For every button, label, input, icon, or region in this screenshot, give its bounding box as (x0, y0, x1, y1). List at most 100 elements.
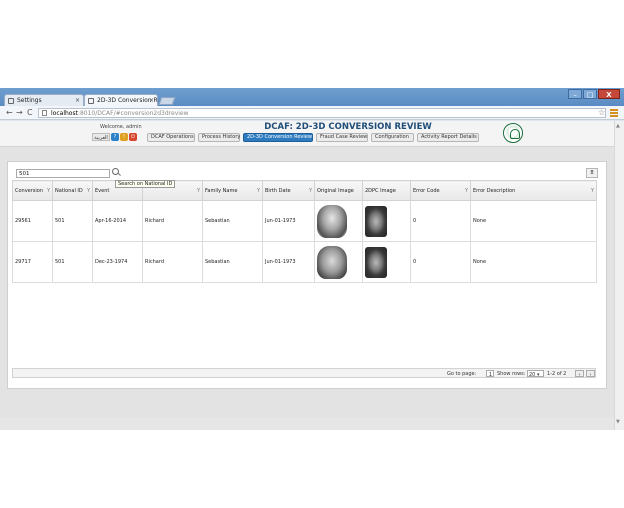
column-label: National ID (55, 187, 83, 194)
column-header-error-code[interactable]: Error Code Y (410, 180, 471, 201)
search-tooltip: Search on National ID (115, 180, 176, 188)
conversion-grid: Conversion Y National ID Y Event Y Family … (12, 180, 597, 283)
column-header-2dpc-image[interactable]: 2DPC Image (362, 180, 411, 201)
tab-conversion-review[interactable]: 2D-3D Conversion R × (84, 94, 158, 106)
cell-birth-date: Jun-01-1973 (262, 200, 315, 242)
tab-conversion-review[interactable]: 2D-3D Conversion Review (243, 133, 313, 142)
new-tab-button[interactable] (158, 97, 176, 105)
bookmark-star-icon[interactable]: ☆ (598, 108, 605, 118)
clear-filters-button[interactable]: ⩩ (586, 168, 598, 178)
search-icon[interactable] (112, 168, 119, 175)
2dpc-face-image[interactable] (365, 205, 387, 237)
forward-button[interactable]: → (16, 108, 23, 118)
tab-dcaf-operations[interactable]: DCAF Operations (147, 133, 195, 142)
logout-icon[interactable]: ⏻ (129, 133, 137, 141)
column-header-conversion[interactable]: Conversion Y (12, 180, 53, 201)
cell-conversion: 29717 (12, 241, 53, 283)
content-panel: 501 Search on National ID ⩩ Conversion Y … (7, 161, 607, 389)
show-rows-label: Show rows: (497, 371, 526, 377)
pagination-bar: Go to page: 1 Show rows: 20 ▾ 1-2 of 2 ‹… (12, 368, 596, 378)
cell-given-name: Richard (142, 200, 203, 242)
filter-icon[interactable]: Y (47, 188, 50, 194)
cell-given-name: Richard (142, 241, 203, 283)
page-title: DCAF: 2D-3D CONVERSION REVIEW (264, 122, 432, 132)
cell-error-code: 0 (410, 241, 471, 283)
go-to-page-label: Go to page: (447, 371, 477, 377)
address-input[interactable]: localhost:8010/DCAF/#conversion2d3drevie… (38, 108, 606, 118)
column-header-error-description[interactable]: Error Description Y (470, 180, 597, 201)
column-header-national-id[interactable]: National ID Y (52, 180, 93, 201)
2dpc-face-image[interactable] (365, 246, 387, 278)
page-footer (0, 417, 614, 430)
filter-icon[interactable]: Y (197, 188, 200, 194)
column-label: Birth Date (265, 187, 291, 194)
filter-icon[interactable]: Y (257, 188, 260, 194)
page-number-input[interactable]: 1 (486, 370, 494, 378)
table-row[interactable]: 29561 501 Apr-16-2014 Richard Sebastian … (12, 200, 597, 242)
original-face-image[interactable] (317, 245, 347, 279)
previous-page-button[interactable]: ‹ (575, 370, 584, 378)
cell-event: Apr-16-2014 (92, 200, 143, 242)
next-page-button[interactable]: › (586, 370, 595, 378)
cell-birth-date: Jun-01-1973 (262, 241, 315, 283)
menu-icon[interactable] (610, 109, 618, 117)
scroll-down-icon[interactable]: ▼ (616, 419, 620, 425)
cell-family-name: Sebastian (202, 241, 263, 283)
column-label: Original Image (317, 187, 354, 194)
close-window-button[interactable]: X (598, 89, 620, 99)
filter-icon[interactable]: Y (465, 188, 468, 194)
help-icon[interactable]: ? (111, 133, 119, 141)
welcome-text: Welcome, admin (100, 124, 142, 130)
tab-configuration[interactable]: Configuration (371, 133, 414, 142)
minimize-button[interactable]: – (568, 89, 582, 99)
cell-2dpc-image (362, 200, 411, 242)
app-header: Welcome, admin العربية ? ! ⏻ DCAF: 2D-3D… (0, 121, 614, 147)
tab-label: Settings (17, 97, 42, 104)
page-icon (88, 98, 94, 104)
filter-icon[interactable]: Y (591, 188, 594, 194)
column-label: Error Description (473, 187, 516, 194)
wrench-icon (8, 98, 14, 104)
column-label: Error Code (413, 187, 440, 194)
address-bar-row: ← → C localhost:8010/DCAF/#conversion2d3… (0, 106, 624, 120)
maximize-button[interactable]: □ (583, 89, 597, 99)
column-header-original-image[interactable]: Original Image (314, 180, 363, 201)
back-button[interactable]: ← (6, 108, 13, 118)
cell-error-description: None (470, 241, 597, 283)
column-header-family-name[interactable]: Family Name Y (202, 180, 263, 201)
grid-header-row: Conversion Y National ID Y Event Y Family … (12, 180, 597, 201)
address-host: localhost (51, 110, 78, 117)
column-label: Event (95, 187, 110, 194)
page-icon (42, 110, 47, 116)
address-path: :8010/DCAF/#conversion2d3dreview (77, 110, 189, 117)
original-face-image[interactable] (317, 204, 347, 238)
tab-fraud-case-review[interactable]: Fraud Case Review (316, 133, 368, 142)
cell-family-name: Sebastian (202, 200, 263, 242)
table-row[interactable]: 29717 501 Dec-23-1974 Richard Sebastian … (12, 241, 597, 283)
scroll-up-icon[interactable]: ▲ (616, 123, 620, 129)
cell-2dpc-image (362, 241, 411, 283)
language-button[interactable]: العربية (92, 133, 110, 141)
page-range-text: 1-2 of 2 (547, 371, 567, 377)
column-header-birth-date[interactable]: Birth Date Y (262, 180, 315, 201)
title-bar: Settings × 2D-3D Conversion R × – □ X (0, 88, 624, 106)
tab-activity-report-details[interactable]: Activity Report Details (417, 133, 479, 142)
filter-icon[interactable]: Y (309, 188, 312, 194)
cell-original-image (314, 241, 363, 283)
tab-settings[interactable]: Settings × (4, 94, 84, 106)
rows-per-page-value: 20 (529, 372, 536, 378)
tab-process-history[interactable]: Process History (198, 133, 240, 142)
page-content: Welcome, admin العربية ? ! ⏻ DCAF: 2D-3D… (0, 121, 624, 430)
cell-error-description: None (470, 200, 597, 242)
emblem-logo (503, 123, 523, 143)
reload-button[interactable]: C (27, 108, 33, 118)
search-input[interactable]: 501 (16, 169, 110, 178)
column-label: Conversion (15, 187, 44, 194)
cell-event: Dec-23-1974 (92, 241, 143, 283)
rows-per-page-select[interactable]: 20 ▾ (527, 370, 544, 378)
cell-error-code: 0 (410, 200, 471, 242)
alert-icon[interactable]: ! (120, 133, 128, 141)
vertical-scrollbar[interactable] (614, 121, 624, 430)
column-label: 2DPC Image (365, 187, 396, 194)
filter-icon[interactable]: Y (87, 188, 90, 194)
